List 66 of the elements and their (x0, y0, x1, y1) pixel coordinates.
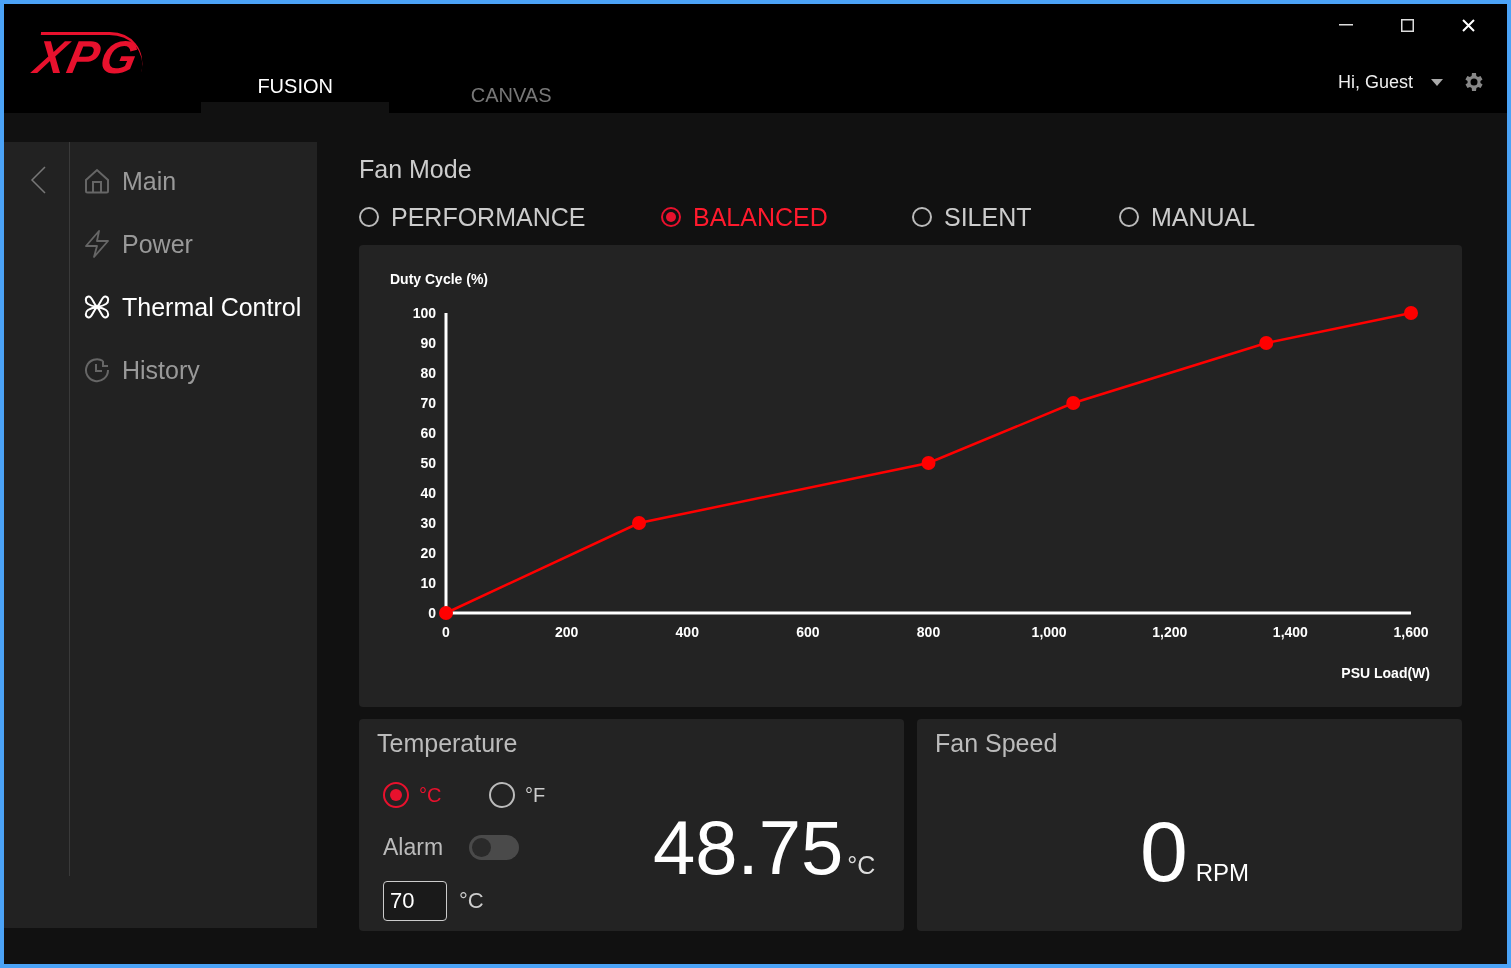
user-greeting[interactable]: Hi, Guest (1337, 71, 1413, 93)
radio-button[interactable] (1119, 207, 1139, 227)
minimize-icon[interactable] (1339, 24, 1353, 26)
x-axis-title: PSU Load(W) (1341, 665, 1430, 681)
x-tick-label: 1,000 (1031, 624, 1067, 640)
close-icon[interactable] (1462, 18, 1475, 32)
unit-label: °C (459, 888, 484, 914)
radio-button[interactable] (489, 782, 515, 808)
alarm-label: Alarm (383, 834, 444, 861)
curve-point[interactable] (439, 606, 453, 620)
unit-label: RPM (1195, 859, 1250, 887)
fan-icon (84, 294, 110, 320)
y-tick-label: 20 (420, 545, 436, 561)
sidebar-item[interactable]: Main (84, 166, 302, 196)
y-tick-label: 60 (420, 425, 436, 441)
section-title: Fan Mode (359, 155, 473, 185)
tab[interactable]: CANVAS (417, 73, 606, 113)
fan-mode-option[interactable]: MANUAL (1119, 202, 1256, 232)
sidebar-item[interactable]: Thermal Control (84, 292, 302, 322)
y-tick-label: 40 (420, 485, 436, 501)
curve-point[interactable] (921, 456, 936, 470)
y-tick-label: 10 (420, 575, 436, 591)
unit-label: °C (847, 851, 876, 880)
unit-option[interactable]: °F (489, 782, 595, 808)
y-tick-label: 90 (420, 335, 436, 351)
x-tick-label: 1,200 (1152, 624, 1188, 640)
lightning-icon (84, 230, 110, 258)
y-tick-label: 70 (420, 395, 436, 411)
curve-point[interactable] (632, 516, 646, 530)
panel-title: Temperature (377, 729, 519, 758)
clock-icon (84, 357, 110, 383)
y-tick-label: 50 (420, 455, 436, 471)
y-tick-label: 0 (428, 605, 436, 621)
x-tick-label: 0 (442, 624, 450, 640)
x-tick-label: 1,400 (1272, 624, 1308, 640)
y-tick-label: 80 (420, 365, 436, 381)
x-tick-label: 800 (916, 624, 941, 640)
fan-speed-reading: 0 (1139, 808, 1188, 894)
alarm-toggle[interactable] (469, 835, 520, 860)
y-axis-title: Duty Cycle (%) (390, 271, 489, 287)
x-tick-label: 1,600 (1393, 624, 1429, 640)
temperature-reading: 48.75 (653, 810, 844, 886)
panel-title: Fan Speed (935, 729, 1059, 758)
radio-button[interactable] (359, 207, 379, 227)
radio-button[interactable] (661, 207, 681, 227)
radio-button[interactable] (912, 207, 932, 227)
y-tick-label: 100 (412, 305, 436, 321)
sidebar-item[interactable]: History (84, 355, 302, 385)
maximize-icon[interactable] (1401, 18, 1414, 32)
caret-icon[interactable] (1431, 78, 1443, 86)
logo: XPG (31, 32, 151, 79)
threshold-input[interactable]: 70 (383, 881, 447, 921)
x-tick-label: 200 (554, 624, 579, 640)
curve-point[interactable] (1404, 306, 1418, 320)
x-tick-label: 600 (796, 624, 820, 640)
home-icon (84, 168, 110, 194)
curve-point[interactable] (1066, 396, 1081, 410)
fan-mode-option[interactable]: SILENT (912, 202, 1119, 232)
x-tick-label: 400 (675, 624, 699, 640)
back-icon[interactable] (30, 166, 46, 194)
fan-mode-option[interactable]: PERFORMANCE (359, 202, 661, 232)
fan-mode-option[interactable]: BALANCED (661, 202, 912, 232)
sidebar-item[interactable]: Power (84, 229, 302, 259)
radio-button[interactable] (383, 782, 409, 808)
y-tick-label: 30 (420, 515, 436, 531)
curve-point[interactable] (1259, 336, 1274, 350)
